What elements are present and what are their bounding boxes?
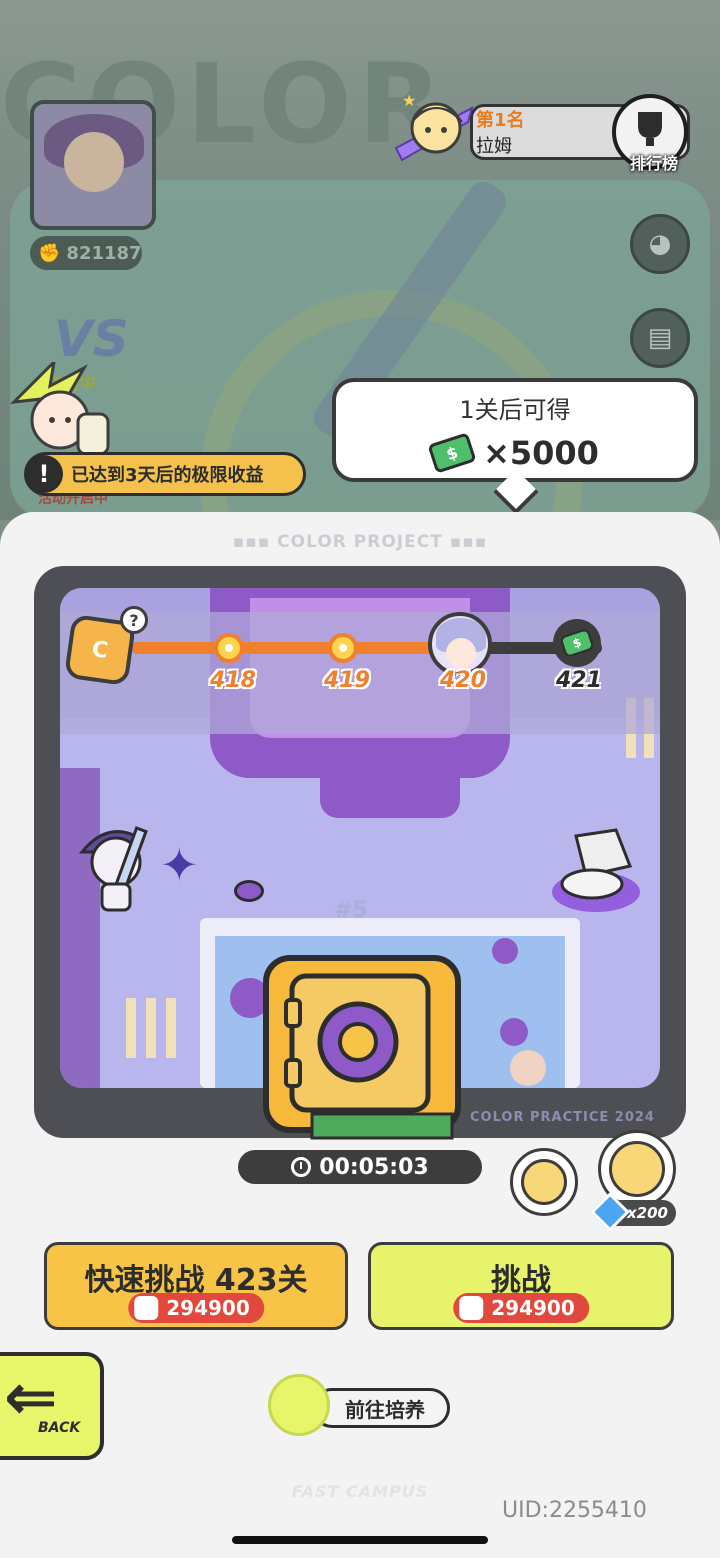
stage-node-418 xyxy=(214,633,244,663)
stage-label-420: 420 xyxy=(440,668,486,693)
stage-node-419 xyxy=(328,633,358,663)
rank-top-avatar: ★ xyxy=(392,88,478,170)
warning-icon: ! xyxy=(25,455,63,493)
enemy-character xyxy=(546,826,646,916)
fist-icon xyxy=(459,1296,484,1320)
side-menu-button-1[interactable]: ◕ xyxy=(630,214,690,274)
rank-position: 第1名 xyxy=(476,110,525,131)
challenge-cost: 294900 xyxy=(453,1293,589,1323)
mask-icon: ◕ xyxy=(648,229,672,259)
timer-value: 00:05:03 xyxy=(319,1154,429,1180)
stage-label-418: 418 xyxy=(210,668,256,693)
boss-stage-node xyxy=(428,612,492,676)
hero-character xyxy=(76,822,166,918)
ghost-tag: #5 xyxy=(334,898,368,923)
character-avatar-icon xyxy=(268,1374,330,1436)
hit-effect-icon: ✦ xyxy=(160,838,199,892)
offline-timer: 00:05:03 xyxy=(238,1150,482,1184)
clock-icon xyxy=(291,1157,312,1177)
document-icon: ▤ xyxy=(647,323,673,353)
quick-challenge-cost: 294900 xyxy=(128,1293,264,1323)
go-train-button[interactable]: 前往培养 xyxy=(268,1374,450,1436)
leaderboard-label: 排行榜 xyxy=(629,154,678,173)
alarm-clock-icon xyxy=(609,1141,665,1197)
rank-player-name: 拉姆 xyxy=(476,136,512,157)
cash-icon: $ xyxy=(427,432,477,474)
home-indicator[interactable] xyxy=(232,1536,488,1544)
reward-stage-node: $ xyxy=(553,619,601,667)
fist-icon xyxy=(134,1296,159,1320)
user-id: UID:2255410 xyxy=(502,1498,647,1523)
progress-fill xyxy=(132,642,462,654)
quick-challenge-button[interactable]: 快速挑战 423关 294900 xyxy=(44,1242,348,1330)
fist-icon: ✊ xyxy=(38,242,61,264)
back-button[interactable]: ⇐ BACK xyxy=(0,1352,104,1460)
go-train-label: 前往培养 xyxy=(312,1388,450,1428)
stage-label-421: 421 xyxy=(556,668,602,693)
treasure-safe[interactable] xyxy=(262,954,462,1144)
challenge-button[interactable]: 挑战 294900 xyxy=(368,1242,674,1330)
income-limit-notice[interactable]: ! 已达到3天后的极限收益 xyxy=(24,452,306,496)
income-limit-text: 已达到3天后的极限收益 xyxy=(71,465,264,486)
reward-popup-amount-row: $ ×5000 xyxy=(332,432,698,474)
guide-character xyxy=(4,357,124,462)
cash-icon: $ xyxy=(559,627,595,659)
player-avatar[interactable] xyxy=(30,100,156,230)
alarm-clock-icon xyxy=(521,1159,567,1205)
reward-amount: ×5000 xyxy=(483,434,599,472)
reward-popup-title: 1关后可得 xyxy=(459,396,571,424)
side-menu-button-2[interactable]: ▤ xyxy=(630,308,690,368)
player-power-pill: ✊ 821187 xyxy=(30,236,142,270)
stage-label-419: 419 xyxy=(324,668,370,693)
panel-footer-tag: COLOR PRACTICE 2024 xyxy=(470,1110,655,1125)
panel-header: ▪▪▪ COLOR PROJECT ▪▪▪ xyxy=(232,532,488,552)
help-icon[interactable]: ? xyxy=(120,606,148,634)
svg-text:★: ★ xyxy=(402,91,416,110)
player-score: 821187 xyxy=(66,242,142,264)
back-label: BACK xyxy=(38,1420,81,1436)
free-speedup-button[interactable] xyxy=(510,1148,578,1216)
projectile xyxy=(234,880,264,902)
